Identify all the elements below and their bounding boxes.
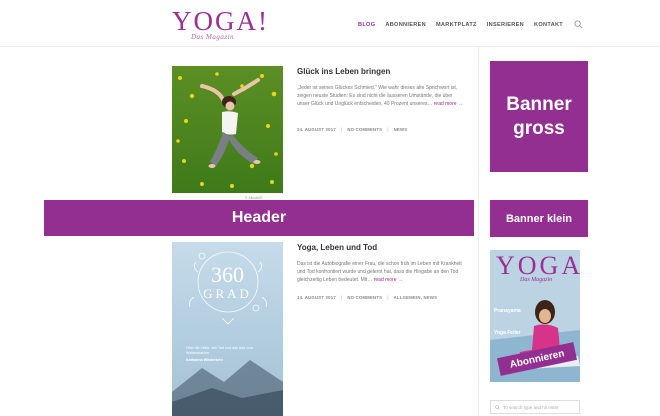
banner-klein-placeholder[interactable]: Banner klein: [490, 200, 588, 237]
post-date[interactable]: 14. AUGUST 2017: [297, 295, 336, 300]
magazine-cover-link[interactable]: YOGA Das Magazin Pranayama Yoga Feiler A…: [490, 250, 580, 382]
book-title: 360 GRAD: [172, 264, 283, 302]
read-more-link[interactable]: read more →: [434, 101, 463, 107]
post-category-link[interactable]: ALLGEMEIN, NEWS: [394, 295, 438, 300]
header-ad-placeholder[interactable]: Header: [44, 200, 474, 236]
search-placeholder: To search type and hit enter: [503, 404, 559, 410]
book-title-number: 360: [211, 262, 244, 287]
book-cover-image[interactable]: 360 GRAD Über die Liebe, den Tod und das…: [172, 242, 283, 416]
banner-gross-label: Banner gross: [506, 93, 572, 139]
post-title-link[interactable]: Yoga, Leben und Tod: [297, 243, 377, 252]
meta-separator: |: [340, 295, 343, 300]
nav-item-blog[interactable]: BLOG: [358, 20, 375, 34]
nav-item-marktplatz[interactable]: MARKTPLATZ: [436, 20, 477, 34]
logo-tagline: Das Magazin: [191, 33, 235, 41]
magazine-teaser: Yoga Feiler: [494, 330, 521, 336]
meta-separator: |: [387, 127, 389, 132]
book-subtitle: Über die Liebe, den Tod und das was zum …: [186, 346, 254, 355]
read-more-link[interactable]: read more →: [374, 277, 403, 283]
search-icon: [495, 404, 500, 410]
sidebar-divider: [478, 46, 479, 416]
magazine-tagline: Das Magazin: [520, 277, 553, 283]
banner-gross-placeholder[interactable]: Banner gross: [490, 61, 588, 172]
magazine-teaser: Pranayama: [494, 308, 521, 314]
post-comments-link[interactable]: NO COMMENTS: [347, 127, 382, 132]
logo-wordmark: YOGA!: [172, 6, 269, 36]
nav-item-kontakt[interactable]: KONTAKT: [534, 20, 563, 34]
magazine-logo: YOGA: [496, 251, 580, 280]
search-icon[interactable]: [574, 20, 583, 29]
book-author: Katharina Wiederkehr: [186, 358, 224, 362]
post-category-link[interactable]: NEWS: [394, 127, 408, 132]
sidebar-search-input[interactable]: To search type and hit enter: [490, 400, 580, 414]
post-excerpt: „Jeder ist seines Glückes Schmied." Wie …: [297, 84, 463, 108]
book-title-word: GRAD: [203, 286, 252, 301]
post-date[interactable]: 24. AUGUST 2017: [297, 127, 336, 132]
nav-item-inserieren[interactable]: INSERIEREN: [487, 20, 524, 34]
post-excerpt: Das ist die Autobiografie einer Frau, di…: [297, 260, 463, 284]
main-nav: BLOG ABONNIEREN MARKTPLATZ INSERIEREN KO…: [358, 20, 573, 34]
post-meta: 14. AUGUST 2017 | NO COMMENTS | ALLGEMEI…: [297, 295, 437, 300]
meta-separator: |: [387, 295, 389, 300]
post-title-link[interactable]: Glück ins Leben bringen: [297, 67, 390, 76]
site-logo[interactable]: YOGA! Das Magazin: [172, 6, 267, 44]
post-thumbnail-image[interactable]: [172, 66, 283, 193]
site-header: YOGA! Das Magazin BLOG ABONNIEREN MARKTP…: [0, 0, 660, 47]
post-meta: 24. AUGUST 2017 | NO COMMENTS | NEWS: [297, 127, 407, 132]
post-comments-link[interactable]: NO COMMENTS: [347, 295, 382, 300]
nav-item-abonnieren[interactable]: ABONNIEREN: [385, 20, 426, 34]
meta-separator: |: [340, 127, 343, 132]
